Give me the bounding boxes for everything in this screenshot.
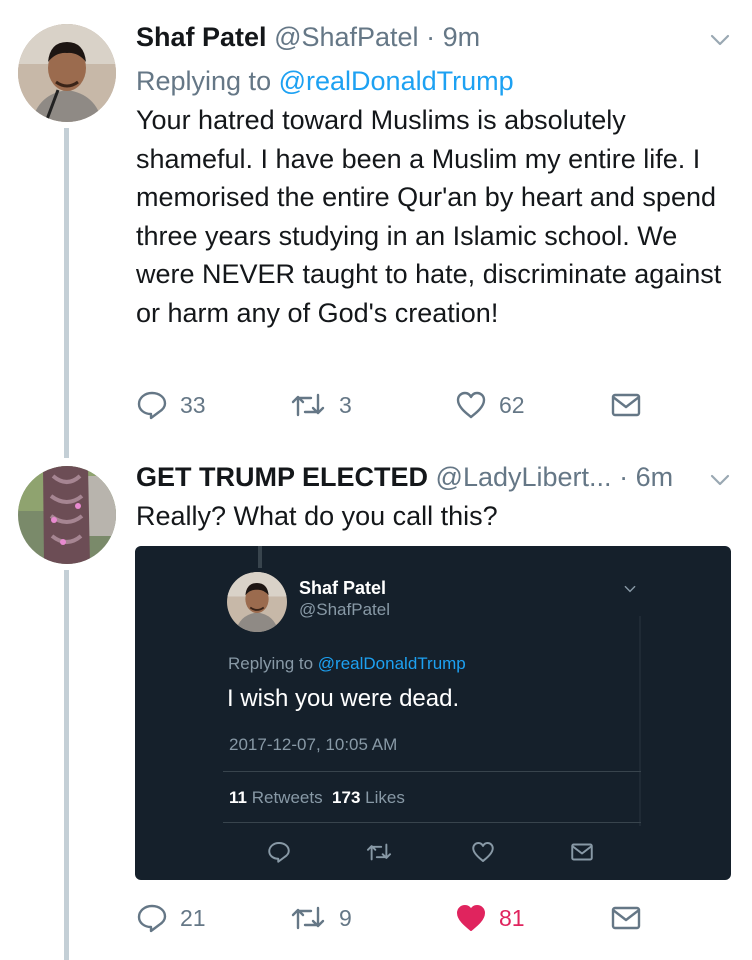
divider — [223, 822, 641, 823]
envelope-icon — [611, 393, 641, 417]
chevron-down-icon[interactable] — [708, 468, 732, 492]
chevron-down-icon[interactable] — [708, 28, 732, 52]
reply-button[interactable]: 33 — [136, 389, 206, 421]
envelope-icon — [571, 843, 593, 861]
replying-prefix: Replying to — [136, 66, 272, 96]
heart-icon — [472, 842, 494, 862]
embedded-image[interactable]: Shaf Patel @ShafPatel Replying to @realD… — [135, 546, 731, 880]
author-handle[interactable]: @ShafPatel — [274, 22, 419, 52]
retweets-label: Retweets — [251, 788, 323, 807]
likes-count: 173 — [332, 788, 361, 807]
avatar[interactable] — [18, 24, 116, 122]
thread-line — [64, 570, 69, 960]
replying-to: Replying to @realDonaldTrump — [136, 64, 514, 98]
tweet-text: Really? What do you call this? — [136, 501, 498, 531]
tweet-date: 2017-12-07, 10:05 AM — [229, 735, 398, 754]
reply-icon — [137, 904, 167, 933]
author-handle[interactable]: @LadyLibert... — [436, 462, 612, 492]
separator: · — [426, 22, 436, 52]
engagement-stats: 11 Retweets 173 Likes — [229, 788, 405, 808]
replying-to: Replying to @realDonaldTrump — [228, 654, 466, 674]
envelope-icon — [611, 906, 641, 930]
tweet-header: Shaf Patel @ShafPatel · 9m — [136, 20, 480, 54]
avatar[interactable] — [18, 466, 116, 564]
retweets-count: 11 — [229, 788, 247, 807]
like-button[interactable]: 81 — [455, 902, 525, 934]
retweet-icon — [291, 393, 325, 417]
like-count: 62 — [499, 391, 525, 418]
author-name[interactable]: GET TRUMP ELECTED — [136, 462, 428, 492]
reply-count: 33 — [180, 391, 206, 418]
separator: · — [619, 462, 629, 492]
timestamp[interactable]: 9m — [443, 22, 481, 52]
mention-link[interactable]: @realDonaldTrump — [279, 66, 514, 96]
author-handle: @ShafPatel — [299, 600, 390, 619]
chevron-down-icon — [624, 585, 636, 593]
likes-label: Likes — [365, 788, 405, 807]
tweet-text: I wish you were dead. — [227, 685, 460, 712]
avatar — [227, 572, 287, 632]
heart-filled-icon — [457, 905, 485, 931]
reply-icon — [268, 842, 290, 863]
like-button[interactable]: 62 — [455, 389, 525, 421]
reply-icon — [137, 391, 167, 420]
divider — [639, 616, 641, 826]
retweet-icon — [291, 906, 325, 930]
thread-line — [64, 128, 69, 458]
heart-icon — [456, 391, 486, 419]
replying-prefix: Replying to — [228, 654, 314, 673]
retweet-count: 3 — [339, 391, 352, 418]
direct-message-button[interactable] — [610, 902, 642, 934]
direct-message-button[interactable] — [610, 389, 642, 421]
author-name[interactable]: Shaf Patel — [136, 22, 267, 52]
retweet-count: 9 — [339, 904, 352, 931]
timestamp[interactable]: 6m — [636, 462, 674, 492]
author-name: Shaf Patel — [299, 578, 387, 598]
mention-link: @realDonaldTrump — [317, 654, 466, 673]
thread-line — [258, 546, 262, 568]
like-count: 81 — [499, 904, 525, 931]
tweet-header: GET TRUMP ELECTED @LadyLibert... · 6m — [136, 460, 673, 494]
reply-count: 21 — [180, 904, 206, 931]
reply-button[interactable]: 21 — [136, 902, 206, 934]
retweet-button[interactable]: 3 — [289, 389, 352, 421]
tweet-text: Your hatred toward Muslims is absolutely… — [136, 105, 722, 328]
retweet-icon — [366, 843, 392, 861]
divider — [223, 771, 641, 772]
retweet-button[interactable]: 9 — [289, 902, 352, 934]
